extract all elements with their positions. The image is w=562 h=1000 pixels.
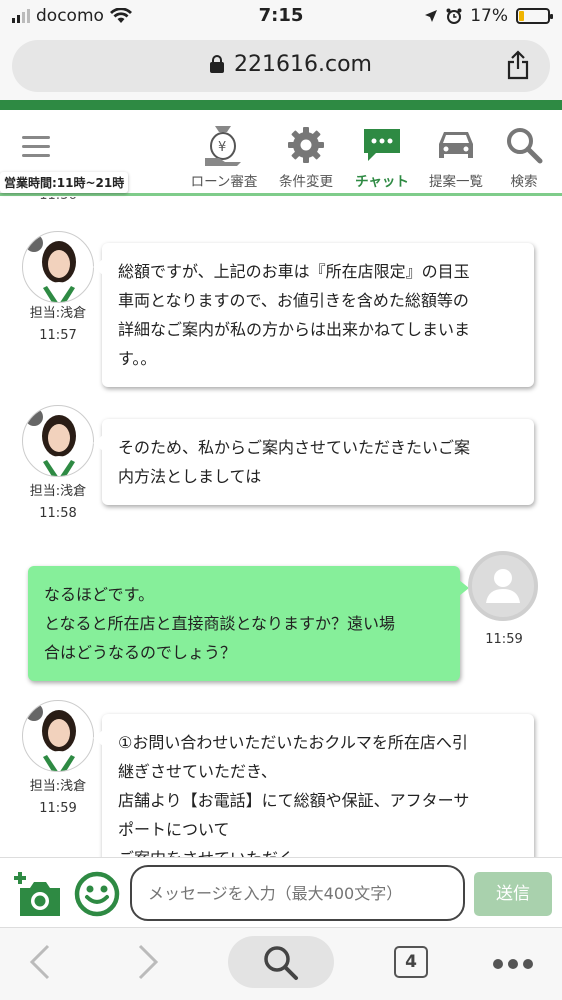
- agent-avatar: [22, 231, 94, 303]
- message-line: そのため、私からご案内させていただきたいご案: [118, 438, 471, 457]
- browser-address-area: 221616.com: [0, 34, 562, 100]
- send-button[interactable]: 送信: [474, 872, 552, 916]
- message-time: 11:57: [39, 328, 77, 343]
- chat-thread[interactable]: 11:56 担当:浅倉 11:57 総額ですが、上記のお車は『所在店限定』の目玉…: [0, 197, 562, 857]
- search-icon: [264, 946, 298, 980]
- message-line: ご案内をさせていただく: [118, 844, 518, 857]
- emoji-icon[interactable]: [74, 871, 120, 917]
- message-line: 継ぎさせていただき、: [118, 762, 277, 781]
- svg-text:¥: ¥: [218, 140, 226, 155]
- agent-avatar: [22, 700, 94, 772]
- message-time: 11:56: [22, 197, 94, 207]
- back-icon[interactable]: [28, 940, 52, 984]
- status-dot-icon: [25, 408, 43, 426]
- user-message: なるほどです。 となると所在店と直接商談となりますか？遠い場 合はどうなるのでし…: [28, 566, 469, 681]
- agent-meta: 担当:浅倉 11:59: [22, 776, 94, 820]
- brand-header-bar: [0, 100, 562, 110]
- menu-icon[interactable]: [22, 136, 50, 157]
- status-dot-icon: [25, 703, 43, 721]
- loan-icon: ¥: [184, 120, 264, 170]
- battery-percent: 17%: [470, 6, 508, 26]
- agent-name: 担当:浅倉: [29, 306, 87, 321]
- message-line: す。。: [118, 349, 157, 368]
- nav-loan[interactable]: ¥ ローン審査: [184, 120, 264, 190]
- business-hours: 営業時間:11時~21時: [0, 172, 129, 193]
- nav-conditions-label: 条件変更: [279, 174, 333, 190]
- status-dot-icon: [25, 234, 43, 252]
- agent-message: ①お問い合わせいただいたおクルマを所在店へ引 継ぎさせていただき、 店舗より【お…: [93, 714, 534, 857]
- message-line: 詳細なご案内が私の方からは出来かねてしまいま: [118, 320, 471, 339]
- lock-icon: [210, 55, 224, 73]
- message-time: 11:59: [39, 801, 77, 816]
- agent-name: 担当:浅倉: [29, 484, 87, 499]
- nav-search-label: 検索: [510, 174, 538, 190]
- message-composer: 送信: [0, 857, 562, 927]
- message-line: 総額ですが、上記のお車は『所在店限定』の目玉: [118, 262, 470, 281]
- address-bar[interactable]: 221616.com: [12, 40, 550, 92]
- message-line: 合はどうなるのでしょう？: [44, 643, 237, 662]
- message-line: 車両となりますので、お値引きを含めた総額等の: [118, 291, 469, 310]
- agent-meta: 担当:浅倉 11:57: [22, 303, 94, 347]
- message-time: 11:59: [485, 632, 523, 647]
- chat-icon: [342, 120, 422, 170]
- agent-meta: 担当:浅倉 11:58: [22, 481, 94, 525]
- share-icon[interactable]: [506, 50, 530, 80]
- more-icon[interactable]: [492, 958, 534, 970]
- url-text[interactable]: 221616.com: [234, 52, 372, 77]
- message-time: 11:58: [39, 506, 77, 521]
- user-silhouette-icon: [486, 569, 520, 603]
- nav-conditions[interactable]: 条件変更: [266, 120, 346, 190]
- message-input[interactable]: [130, 865, 465, 921]
- message-line: ポートについて: [118, 820, 230, 839]
- status-bar: docomo 7:15 17%: [0, 0, 562, 34]
- user-avatar: [468, 551, 538, 621]
- message-line: 店舗より【お電話】にて総額や保証、アフターサ: [118, 791, 470, 810]
- message-line: となると所在店と直接商談となりますか？遠い場: [44, 614, 396, 633]
- agent-message: そのため、私からご案内させていただきたいご案 内方法としましては: [93, 419, 534, 505]
- site-nav: 営業時間:11時~21時 ¥ ローン審査 条件変更 チャット 提案一覧 検索: [0, 112, 562, 196]
- agent-avatar: [22, 405, 94, 477]
- tabs-button[interactable]: 4: [394, 946, 428, 978]
- nav-loan-label: ローン審査: [190, 174, 258, 190]
- nav-chat[interactable]: チャット: [342, 120, 422, 190]
- browser-toolbar: 4: [0, 927, 562, 1000]
- message-line: なるほどです。: [44, 585, 155, 604]
- location-icon: [425, 10, 438, 22]
- add-photo-icon[interactable]: [10, 870, 64, 918]
- message-line: ①お問い合わせいただいたおクルマを所在店へ引: [118, 733, 468, 752]
- nav-chat-label: チャット: [355, 174, 409, 190]
- forward-icon[interactable]: [136, 940, 160, 984]
- message-line: 内方法としましては: [118, 467, 262, 486]
- nav-search[interactable]: 検索: [484, 120, 562, 190]
- alarm-icon: [446, 8, 462, 24]
- agent-message: 総額ですが、上記のお車は『所在店限定』の目玉 車両となりますので、お値引きを含め…: [93, 243, 534, 387]
- search-icon: [484, 120, 562, 170]
- gear-icon: [266, 120, 346, 170]
- battery-icon: [516, 8, 553, 24]
- agent-name: 担当:浅倉: [29, 779, 87, 794]
- browser-search-button[interactable]: [228, 936, 334, 988]
